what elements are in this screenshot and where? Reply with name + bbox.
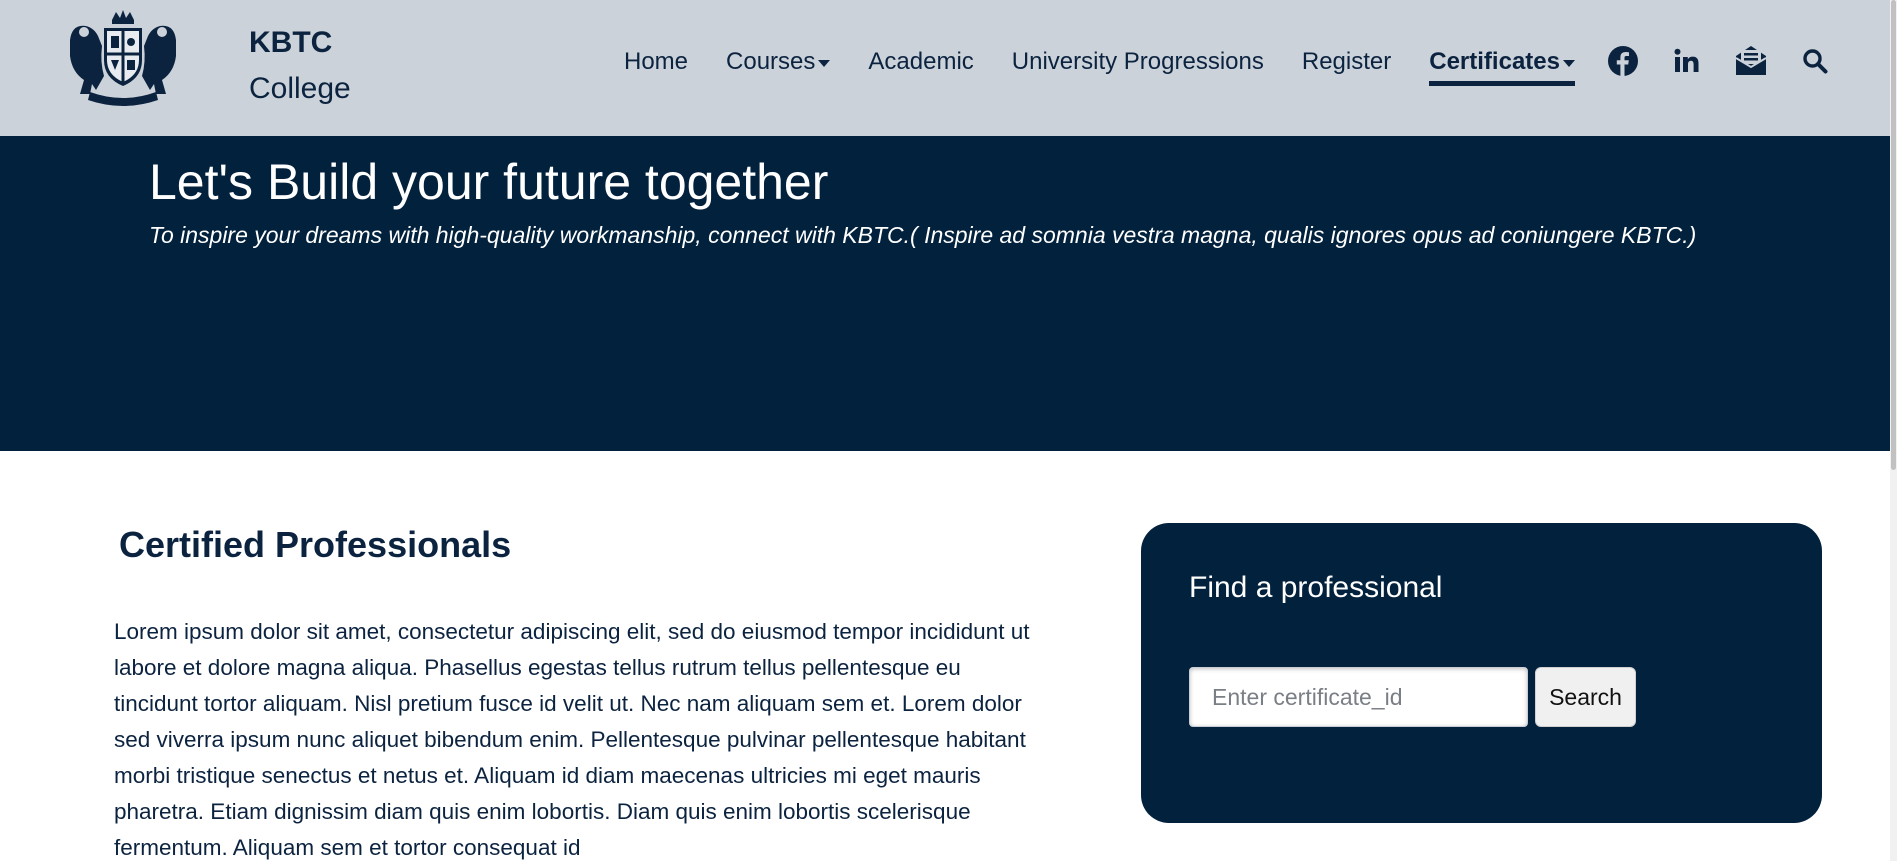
mail-icon[interactable] [1734,44,1768,78]
nav-register[interactable]: Register [1302,48,1391,76]
nav-certificates-label: Certificates [1429,48,1560,75]
nav-home-label: Home [624,48,689,75]
hero-banner: Let's Build your future together To insp… [0,136,1897,451]
linkedin-icon[interactable] [1670,44,1704,78]
social-icons [1606,44,1832,78]
nav-certificates[interactable]: Certificates [1429,48,1575,86]
find-professional-panel: Find a professional Search [1141,523,1822,823]
nav-courses[interactable]: Courses [726,48,831,76]
scrollbar-thumb[interactable] [1891,0,1896,470]
caret-down-icon [1562,59,1575,67]
page-title: Certified Professionals [119,524,512,565]
nav-home[interactable]: Home [624,48,688,76]
search-icon[interactable] [1798,44,1832,78]
main-nav: Home Courses Academic University Progres… [624,0,1613,124]
hero-title: Let's Build your future together [149,154,829,210]
brand-subtitle[interactable]: College [249,72,351,106]
facebook-icon[interactable] [1606,44,1640,78]
site-header: KBTC College Home Courses Academic Unive… [0,0,1897,136]
college-crest-icon[interactable] [62,10,184,108]
brand-title[interactable]: KBTC [249,26,332,60]
nav-university-progressions-label: University Progressions [1011,48,1264,75]
certificate-id-input[interactable] [1189,667,1528,727]
nav-university-progressions[interactable]: University Progressions [1012,48,1264,76]
nav-academic-label: Academic [868,48,974,75]
nav-register-label: Register [1301,48,1392,75]
intro-paragraph: Lorem ipsum dolor sit amet, consectetur … [114,619,1030,860]
hero-tagline: To inspire your dreams with high-quality… [149,222,1697,248]
caret-down-icon [818,59,831,67]
find-panel-title: Find a professional [1189,571,1443,604]
nav-academic[interactable]: Academic [868,48,973,76]
search-button[interactable]: Search [1535,667,1636,727]
nav-courses-label: Courses [726,48,816,75]
